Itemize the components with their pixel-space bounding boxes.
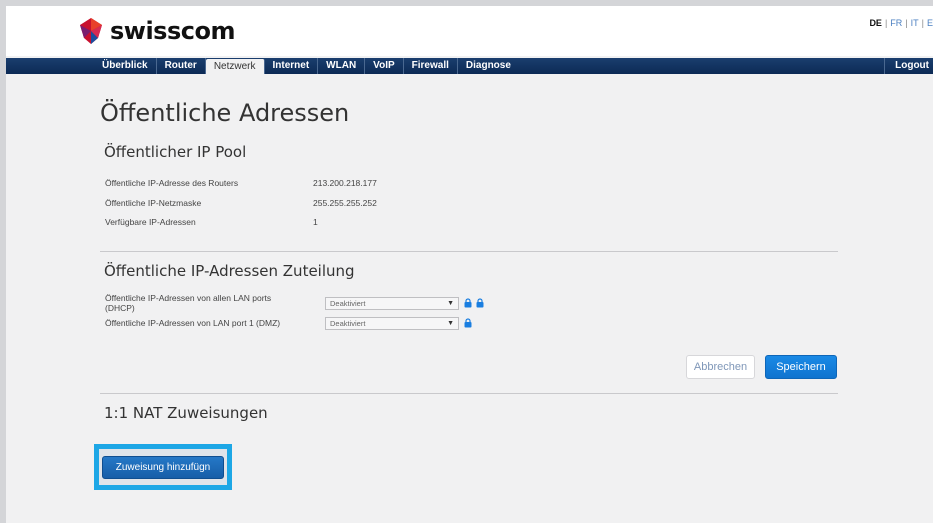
netmask-value: 255.255.255.252 (313, 198, 377, 208)
language-switcher: DE | FR | IT | E (869, 18, 933, 28)
lang-it[interactable]: IT (911, 18, 919, 28)
nav-item-firewall[interactable]: Firewall (404, 58, 458, 74)
assignment-heading: Öffentliche IP-Adressen Zuteilung (104, 262, 355, 280)
nav-item-diagnose[interactable]: Diagnose (458, 58, 519, 74)
lang-fr[interactable]: FR (890, 18, 902, 28)
dhcp-lan-label: Öffentliche IP-Adressen von allen LAN po… (105, 293, 272, 303)
nav-item-netzwerk[interactable]: Netzwerk (205, 59, 265, 74)
lock-icon (476, 298, 484, 308)
lang-en[interactable]: E (927, 18, 933, 28)
nav-item-router[interactable]: Router (157, 58, 206, 74)
dhcp-lan-label-suffix: (DHCP) (105, 303, 135, 313)
router-admin-page: swisscom DE | FR | IT | E Überblick Router Net… (6, 6, 933, 523)
lock-icon (464, 318, 472, 328)
dmz-select[interactable]: Deaktiviert ▼ (325, 317, 459, 330)
section-divider (100, 251, 838, 252)
nat-heading: 1:1 NAT Zuweisungen (104, 404, 268, 422)
router-ip-label: Öffentliche IP-Adresse des Routers (105, 178, 239, 188)
netmask-label: Öffentliche IP-Netzmaske (105, 198, 202, 208)
logout-link[interactable]: Logout (884, 58, 933, 74)
swisscom-logo-icon (80, 18, 102, 44)
save-button[interactable]: Speichern (765, 355, 837, 379)
ip-pool-heading: Öffentlicher IP Pool (104, 143, 247, 161)
nav-item-wlan[interactable]: WLAN (318, 58, 366, 74)
page-title: Öffentliche Adressen (100, 99, 350, 127)
nav-item-internet[interactable]: Internet (265, 58, 319, 74)
nav-item-ueberblick[interactable]: Überblick (94, 58, 157, 74)
chevron-down-icon: ▼ (447, 300, 454, 307)
available-ips-value: 1 (313, 217, 318, 227)
cancel-button[interactable]: Abbrechen (686, 355, 755, 379)
dmz-select-value: Deaktiviert (330, 319, 366, 328)
section-divider (100, 393, 838, 394)
lang-de[interactable]: DE (869, 18, 882, 28)
swisscom-logo[interactable]: swisscom (78, 13, 235, 49)
available-ips-label: Verfügbare IP-Adressen (105, 217, 196, 227)
dhcp-lan-select-value: Deaktiviert (330, 299, 366, 308)
brand-name: swisscom (110, 17, 235, 45)
router-ip-value: 213.200.218.177 (313, 178, 377, 188)
main-nav: Überblick Router Netzwerk Internet WLAN … (6, 58, 933, 74)
dhcp-lan-select[interactable]: Deaktiviert ▼ (325, 297, 459, 310)
add-assignment-button[interactable]: Zuweisung hinzufügn (102, 456, 224, 479)
header: swisscom DE | FR | IT | E (6, 6, 933, 56)
chevron-down-icon: ▼ (447, 320, 454, 327)
nav-item-voip[interactable]: VoIP (365, 58, 404, 74)
lock-icon (464, 298, 472, 308)
dmz-label: Öffentliche IP-Adressen von LAN port 1 (… (105, 318, 281, 328)
